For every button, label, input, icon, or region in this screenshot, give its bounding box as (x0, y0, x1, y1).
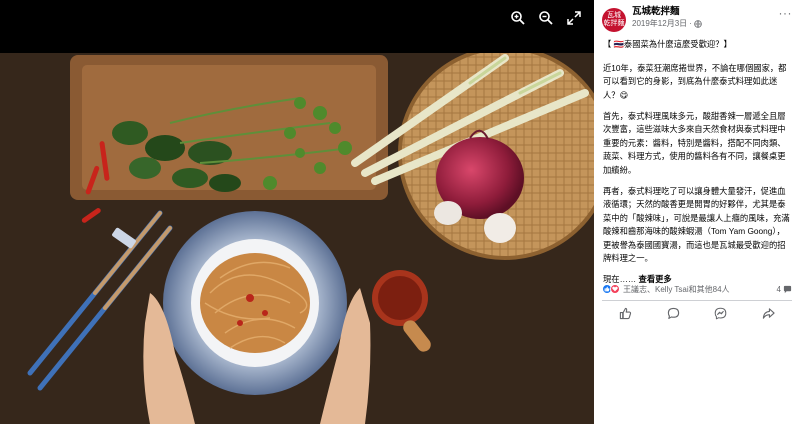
fullscreen-icon[interactable] (564, 8, 584, 28)
viewer-toolbar (508, 8, 584, 28)
post-paragraph-1: 近10年，泰菜狂潮席捲世界，不論在哪個國家，都可以看到它的身影，到底為什麼泰式料… (603, 62, 787, 100)
like-icon (620, 307, 632, 320)
zoom-out-icon[interactable] (536, 8, 556, 28)
avatar-text-top: 瓦城 (607, 12, 621, 19)
post-body: 【 🇹🇭泰國菜為什麼這麼受歡迎？】 近10年，泰菜狂潮席捲世界，不論在哪個國家，… (594, 36, 800, 287)
globe-icon (694, 19, 702, 28)
avatar-text-bottom: 乾拌麵 (603, 20, 625, 27)
post-panel: 瓦城 乾拌麵 瓦城乾拌麵 2019年12月3日 · ··· 【 🇹🇭泰國菜為什麼… (594, 0, 800, 424)
post-photo[interactable] (0, 53, 594, 424)
messenger-icon (714, 307, 727, 320)
zoom-in-icon[interactable] (508, 8, 528, 28)
comment-icon (667, 307, 679, 319)
post-header: 瓦城 乾拌麵 瓦城乾拌麵 2019年12月3日 · ··· (594, 0, 800, 36)
send-button[interactable] (709, 305, 733, 323)
photo-viewer (0, 0, 594, 424)
love-reaction-icon (610, 284, 620, 294)
comment-button[interactable] (661, 305, 685, 323)
post-paragraph-3: 再者，泰式料理吃了可以讓身體大量發汗，促進血液循環；天然的酸香更是開胃的好夥伴，… (603, 185, 790, 264)
comment-count[interactable]: 4 (777, 285, 792, 294)
reaction-icons[interactable] (602, 284, 620, 294)
post-title: 【 🇹🇭泰國菜為什麼這麼受歡迎？】 (603, 39, 732, 49)
post-meta: 2019年12月3日 · (632, 18, 779, 29)
post-header-text: 瓦城乾拌麵 2019年12月3日 · (632, 6, 779, 29)
more-options-button[interactable]: ··· (779, 7, 793, 19)
separator-dot: · (689, 19, 692, 28)
share-icon (762, 308, 775, 319)
share-button[interactable] (756, 305, 780, 323)
reactions-row: 王議志、Kelly Tsai和其他84人 4 (602, 282, 792, 296)
like-button[interactable] (614, 305, 638, 323)
comment-bubble-icon (783, 285, 792, 293)
post-paragraph-2: 首先，泰式料理風味多元，酸甜香辣一層遞全且層次豐富，這些滋味大多來自天然食材與泰… (603, 110, 786, 175)
comment-count-value: 4 (776, 284, 781, 294)
post-action-bar (602, 300, 792, 326)
post-date[interactable]: 2019年12月3日 (632, 18, 687, 29)
reactors-text[interactable]: 王議志、Kelly Tsai和其他84人 (623, 284, 777, 295)
food-photo-illustration (0, 53, 594, 424)
avatar[interactable]: 瓦城 乾拌麵 (602, 8, 626, 32)
page-name[interactable]: 瓦城乾拌麵 (632, 6, 779, 18)
